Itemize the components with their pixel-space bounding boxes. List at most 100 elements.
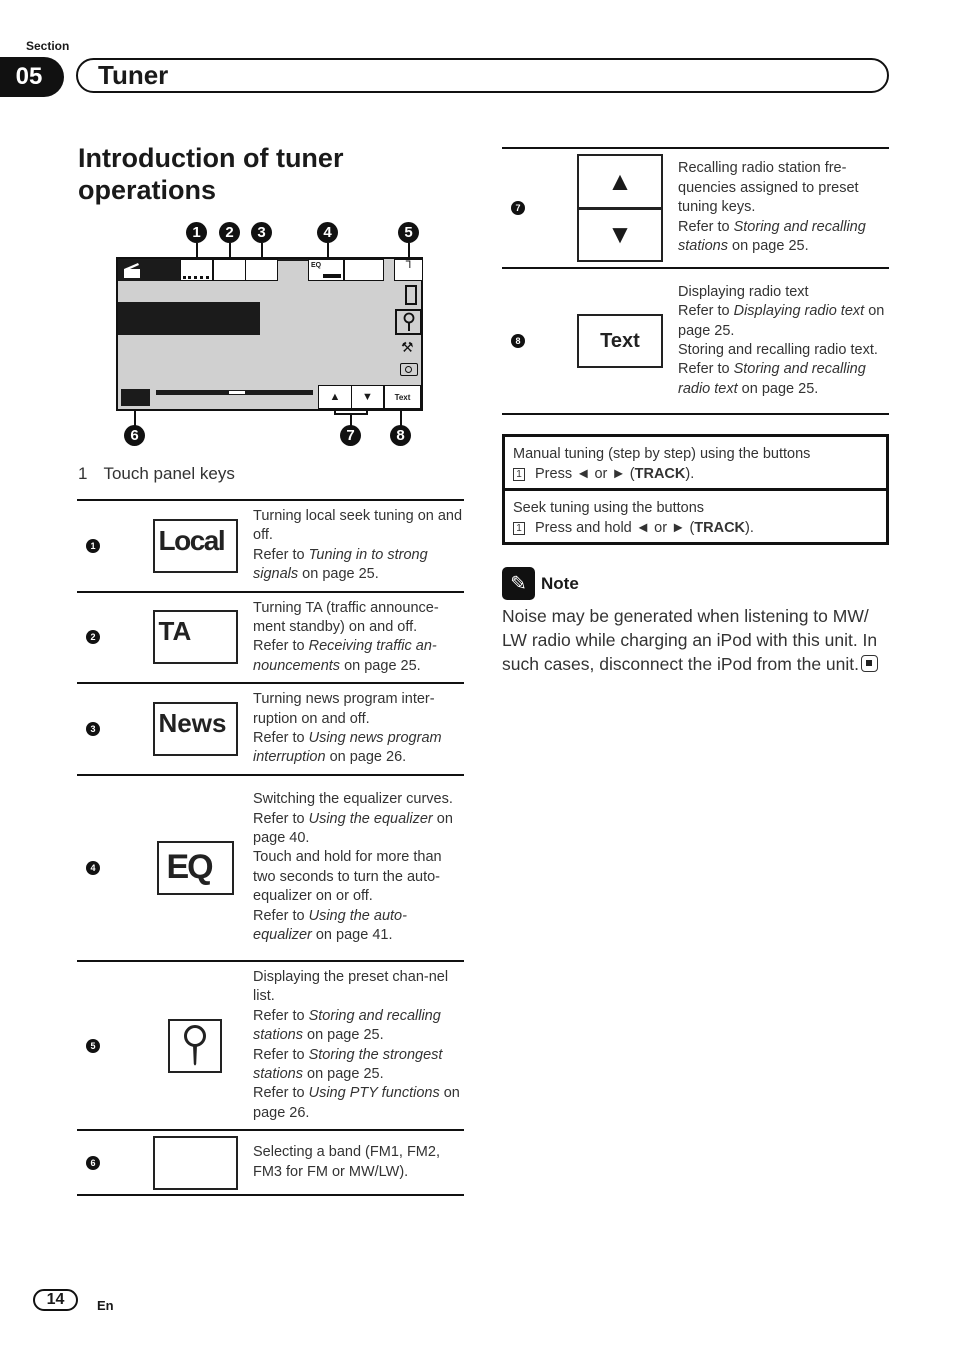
step-button-name: TRACK — [634, 466, 686, 482]
desc-text: on page 25. — [737, 380, 819, 397]
camera-icon[interactable] — [400, 363, 418, 376]
desc-text: on page 26. — [325, 749, 407, 766]
preset-down-button[interactable]: ▼ — [351, 385, 384, 409]
language-code: En — [97, 1298, 114, 1313]
key-cell: EQ — [137, 840, 253, 895]
ta-key: TA — [152, 610, 238, 665]
desc-text: Refer to — [253, 730, 309, 747]
callout-6: 6 — [124, 425, 145, 446]
row-number: 5 — [77, 1038, 137, 1053]
signal-bar — [156, 390, 313, 395]
row-number: 1 — [77, 538, 137, 553]
settings-icon[interactable]: ⚒ — [401, 339, 414, 356]
preset-down-key: ▼ — [607, 219, 633, 250]
caption-text: Touch panel keys — [103, 464, 235, 483]
step-text: Press and hold ◄ or ► ( — [535, 520, 695, 536]
row-number: 7 — [502, 201, 562, 215]
search-list-key — [168, 1018, 222, 1073]
tuning-instructions: Manual tuning (step by step) using the b… — [502, 434, 889, 545]
band-key — [152, 1135, 238, 1190]
key-cell — [137, 1018, 253, 1073]
callout-5: 5 — [398, 222, 419, 243]
desc-text: Selecting a band (FM1, FM2, FM3 for FM o… — [253, 1144, 440, 1180]
section-label: Section — [26, 39, 70, 53]
note-label: Note — [541, 573, 579, 593]
key-row: 6 Selecting a band (FM1, FM2, FM3 for FM … — [77, 1131, 464, 1197]
desc-text: on page 25. — [340, 657, 421, 674]
desc-text: Storing and recalling radio text. — [678, 342, 878, 358]
key-description: Selecting a band (FM1, FM2, FM3 for FM o… — [253, 1137, 464, 1188]
key-description: Turning TA (traffic announce-ment standb… — [253, 593, 464, 683]
step-button-name: TRACK — [694, 520, 746, 536]
eq-key[interactable]: EQ — [308, 259, 344, 281]
callout-8: 8 — [390, 425, 411, 446]
eq-label: EQ — [311, 262, 322, 269]
desc-text: Refer to — [253, 810, 309, 827]
caption-number: 1 — [78, 464, 88, 483]
callout-7: 7 — [340, 425, 361, 446]
tuner-screen: EQ ⅂ ⚒ ▲ ▼ Text — [116, 257, 423, 411]
step-number: 1 — [513, 467, 525, 481]
search-list-key[interactable] — [395, 309, 422, 335]
note-body: Noise may be generated when listening to… — [502, 606, 878, 674]
phone-key[interactable]: ⅂ — [394, 259, 423, 281]
row-number: 2 — [77, 630, 137, 645]
row-number: 6 — [77, 1155, 137, 1170]
step-text-end: ). — [685, 466, 695, 482]
page-number: 14 — [33, 1289, 78, 1311]
figure-caption: 1 Touch panel keys — [78, 464, 235, 484]
step-number: 1 — [513, 521, 525, 535]
preset-up-button[interactable]: ▲ — [318, 385, 352, 409]
section-title-box: Tuner — [76, 58, 889, 93]
reference-title: Using PTY functions — [308, 1085, 440, 1102]
desc-text: Recalling radio station fre-quencies ass… — [678, 160, 859, 216]
tuning-heading: Manual tuning (step by step) using the b… — [513, 446, 811, 462]
desc-text: Refer to — [678, 361, 734, 378]
eq-level-icon — [323, 272, 341, 278]
news-key[interactable] — [245, 259, 278, 281]
touch-key-table-right: 7 ▲ ▼ Recalling radio station fre-quencies … — [502, 147, 889, 415]
blank-key[interactable] — [344, 259, 384, 281]
text-button[interactable]: Text — [384, 385, 421, 409]
desc-text: Refer to — [253, 546, 309, 563]
desc-text: Touch and hold for more than two seconds… — [253, 849, 442, 905]
key-cell: TA — [137, 610, 253, 665]
number-badge: 1 — [86, 538, 100, 553]
section-title: Tuner — [98, 60, 169, 90]
section-number: 05 — [0, 57, 64, 97]
list-icon[interactable] — [405, 285, 417, 305]
key-cell: Text — [562, 314, 678, 368]
seek-tuning: Seek tuning using the buttons 1 Press and… — [505, 488, 886, 542]
key-row: 8 Text Displaying radio text Refer to Displ… — [502, 269, 889, 415]
key-row: 5 Displaying the preset chan-nel list. Ref… — [77, 962, 464, 1132]
news-key: News — [152, 702, 238, 757]
reference-title: Displaying radio text — [733, 303, 865, 320]
desc-text: on page 25. — [302, 1065, 384, 1082]
magnifier-icon — [184, 1024, 206, 1065]
desc-text: Turning local seek tuning on and off. — [253, 508, 463, 544]
key-description: Displaying radio text Refer to Displaying… — [678, 277, 889, 405]
key-cell: News — [137, 702, 253, 757]
number-badge: 7 — [511, 201, 525, 215]
source-area — [118, 259, 180, 281]
callout-4: 4 — [317, 222, 338, 243]
tuning-step: 1 Press ◄ or ► (TRACK). — [513, 464, 878, 484]
desc-text: Displaying the preset chan-nel list. — [253, 968, 449, 1005]
local-key[interactable] — [180, 259, 213, 281]
desc-text: Turning news program inter-ruption on an… — [253, 691, 435, 727]
desc-text: Refer to — [253, 907, 309, 924]
desc-text: on page 25. — [302, 1027, 384, 1044]
desc-text: Refer to — [253, 1046, 309, 1063]
step-text: Press ◄ or ► ( — [535, 466, 635, 482]
band-key[interactable] — [121, 389, 150, 406]
page-title: Introduction of tuner operations — [78, 143, 344, 205]
callout-1: 1 — [186, 222, 207, 243]
key-cell: Local — [137, 518, 253, 573]
key-row: 1 Local Turning local seek tuning on and o… — [77, 501, 464, 593]
number-badge: 3 — [86, 722, 100, 737]
local-key: Local — [152, 518, 238, 573]
note-header: ✎ Note — [502, 567, 579, 600]
ta-key[interactable] — [213, 259, 246, 281]
number-badge: 5 — [86, 1038, 100, 1053]
key-label: Local — [158, 524, 226, 556]
